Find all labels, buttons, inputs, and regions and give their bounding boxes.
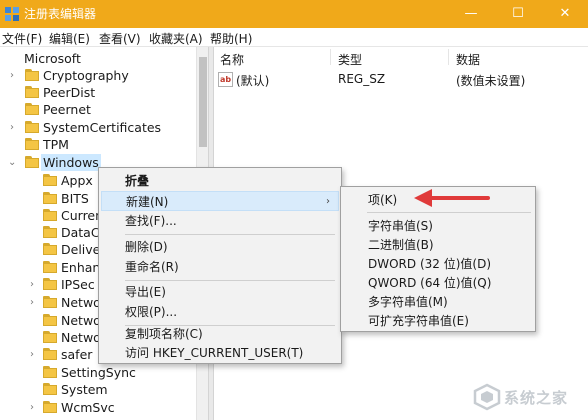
tree-item-label: Microsoft [24,51,81,66]
menu-item-export[interactable]: 导出(E) [99,282,341,302]
tree-item-label: WcmSvc [61,400,115,415]
menu-item-label: 新建(N) [126,195,169,209]
value-name: (默认) [236,74,270,88]
tree-item-label: DataC [61,225,100,240]
tree-item-label: SystemCertificates [43,120,162,135]
close-button[interactable]: ✕ [542,0,588,28]
tree-item-label: PeerDist [43,85,96,100]
submenu-item-multi-string-value[interactable]: 多字符串值(M) [341,292,535,312]
tree-item-label: TPM [43,137,69,152]
folder-icon [25,86,39,98]
collapse-arrow-icon[interactable]: ⌄ [8,154,17,171]
menu-bar: 文件(F) 编辑(E) 查看(V) 收藏夹(A) 帮助(H) [0,28,588,47]
menu-item-permissions[interactable]: 权限(P)... [99,302,341,322]
folder-icon [25,138,39,150]
column-header-name[interactable]: 名称 [220,51,244,68]
window-title: 注册表编辑器 [24,7,97,21]
menu-item-rename[interactable]: 重命名(R) [99,257,341,277]
tree-item-label: IPSec [61,277,95,292]
tree-item-label: Netwo [61,313,101,328]
string-value-icon: ab [218,72,233,87]
menu-edit[interactable]: 编辑(E) [49,30,90,47]
menu-item-copy-key-name[interactable]: 复制项名称(C) [99,324,341,344]
folder-icon [43,348,57,360]
menu-separator [367,212,531,213]
menu-favorites[interactable]: 收藏夹(A) [149,30,203,47]
registry-app-icon [5,7,19,21]
menu-item-goto-hkcu[interactable]: 访问 HKEY_CURRENT_USER(T) [99,343,341,363]
menu-separator [125,234,335,235]
folder-icon [43,174,57,186]
submenu-item-qword-value[interactable]: QWORD (64 位)值(Q) [341,273,535,293]
column-header-data[interactable]: 数据 [456,51,480,68]
minimize-button[interactable]: — [448,0,494,28]
value-data: (数值未设置) [456,74,526,88]
tree-item-label: Cryptography [43,68,129,83]
value-row[interactable]: ab (默认) REG_SZ (数值未设置) [214,71,588,89]
submenu-item-binary-value[interactable]: 二进制值(B) [341,235,535,255]
menu-item-delete[interactable]: 删除(D) [99,237,341,257]
menu-help[interactable]: 帮助(H) [210,30,252,47]
tree-item-label: Delive [61,242,101,257]
tree-item-label: Netwo [61,295,101,310]
folder-icon [43,209,57,221]
tree-item-label: BITS [61,191,89,206]
expand-arrow-icon[interactable]: › [10,119,19,136]
watermark-logo-icon [473,383,501,411]
folder-icon [43,192,57,204]
menu-file[interactable]: 文件(F) [2,30,42,47]
watermark-text: 系统之家 [504,389,569,407]
column-header-type[interactable]: 类型 [338,51,362,68]
folder-icon [25,156,39,168]
folder-icon [25,69,39,81]
menu-item-new[interactable]: 新建(N) › [101,191,339,211]
scrollbar-thumb[interactable] [199,57,207,147]
folder-icon [43,243,57,255]
tree-item-label: SettingSync [61,365,136,380]
folder-icon [25,121,39,133]
expand-arrow-icon[interactable]: › [30,399,39,416]
folder-icon [43,296,57,308]
submenu-item-string-value[interactable]: 字符串值(S) [341,216,535,236]
submenu-item-expandable-string-value[interactable]: 可扩充字符串值(E) [341,311,535,331]
title-bar: 注册表编辑器 — ☐ ✕ [0,0,588,28]
tree-item-label: Enhan [61,260,101,275]
column-divider[interactable] [448,49,449,65]
tree-item-label: Appx [61,173,93,188]
tree-item-label: Curren [61,208,104,223]
menu-separator [125,280,335,281]
folder-icon [43,278,57,290]
folder-icon [43,314,57,326]
folder-icon [43,383,57,395]
expand-arrow-icon[interactable]: › [30,276,39,293]
tree-item-label: System [61,382,108,397]
submenu-item-dword-value[interactable]: DWORD (32 位)值(D) [341,254,535,274]
tree-item-label: Windows [41,154,101,171]
red-arrow-annotation-icon [414,189,490,207]
watermark: 系统之家 [470,378,585,416]
folder-icon [43,331,57,343]
folder-icon [43,366,57,378]
expand-arrow-icon[interactable]: › [30,294,39,311]
folder-icon [43,226,57,238]
folder-icon [43,401,57,413]
menu-item-collapse[interactable]: 折叠 [99,171,341,191]
tree-item-label: Netwo [61,330,101,345]
folder-icon [43,261,57,273]
expand-arrow-icon[interactable]: › [10,67,19,84]
folder-icon [25,103,39,115]
submenu-arrow-icon: › [326,196,330,207]
expand-arrow-icon[interactable]: › [30,346,39,363]
menu-item-find[interactable]: 查找(F)... [99,211,341,231]
context-menu: 折叠 新建(N) › 查找(F)... 删除(D) 重命名(R) 导出(E) 权… [98,167,342,364]
column-divider[interactable] [330,49,331,65]
value-type: REG_SZ [338,72,386,86]
menu-view[interactable]: 查看(V) [99,30,141,47]
maximize-button[interactable]: ☐ [495,0,541,28]
tree-item-label: safer [61,347,93,362]
tree-item-label: Peernet [43,102,91,117]
